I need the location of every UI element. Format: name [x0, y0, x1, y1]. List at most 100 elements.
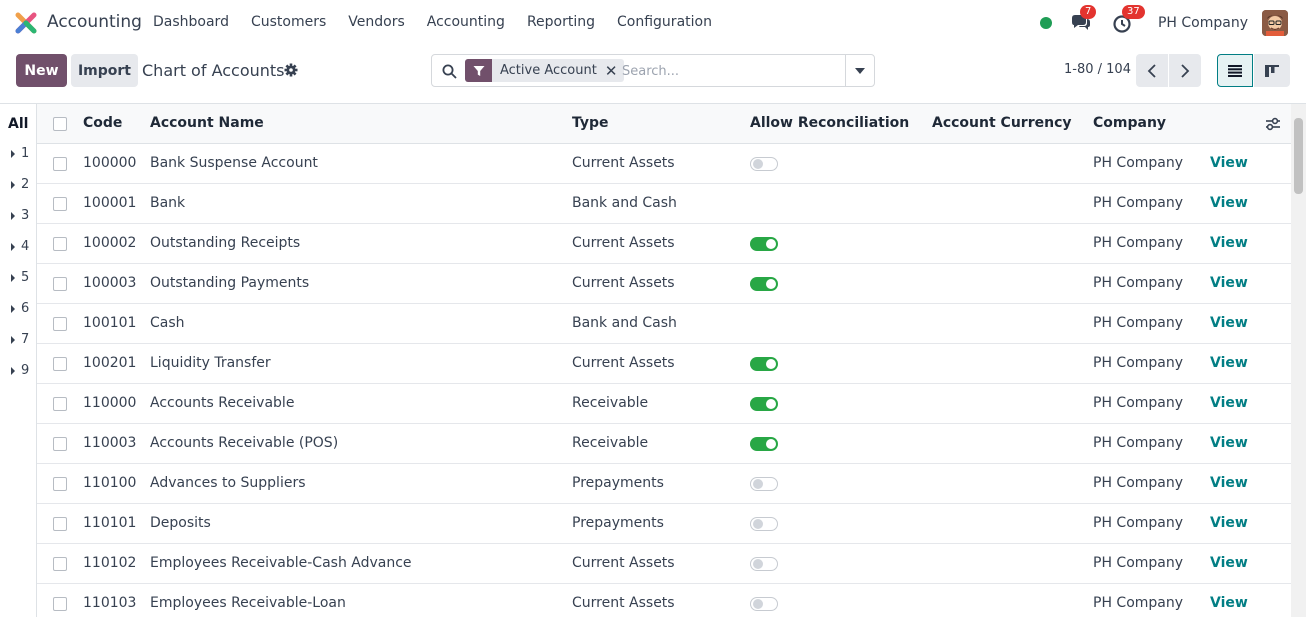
row-checkbox[interactable]	[53, 157, 67, 171]
row-checkbox[interactable]	[53, 597, 67, 611]
kanban-view-button[interactable]	[1254, 54, 1290, 87]
menu-accounting[interactable]: Accounting	[427, 14, 505, 30]
new-button[interactable]: New	[16, 54, 67, 87]
row-checkbox[interactable]	[53, 557, 67, 571]
table-row[interactable]: 110000 Accounts Receivable Receivable PH Co…	[37, 384, 1291, 424]
search-options-toggle[interactable]	[845, 55, 874, 86]
header-allow-reconciliation[interactable]: Allow Reconciliation	[750, 115, 909, 131]
list-view-button[interactable]	[1217, 54, 1253, 87]
gear-icon[interactable]	[284, 63, 298, 77]
search-input[interactable]	[622, 60, 842, 82]
side-index-group[interactable]: 6	[11, 301, 29, 316]
row-checkbox[interactable]	[53, 237, 67, 251]
table-row[interactable]: 100101 Cash Bank and Cash PH Company View	[37, 304, 1291, 344]
import-button[interactable]: Import	[71, 54, 138, 87]
table-row[interactable]: 100201 Liquidity Transfer Current Assets PH…	[37, 344, 1291, 384]
row-checkbox[interactable]	[53, 197, 67, 211]
table-row[interactable]: 110103 Employees Receivable-Loan Current A…	[37, 584, 1291, 617]
search-facet: Active Account ✕	[465, 59, 625, 82]
side-index-group[interactable]: 9	[11, 363, 29, 378]
table-row[interactable]: 110003 Accounts Receivable (POS) Receivabl…	[37, 424, 1291, 464]
caret-right-icon	[11, 273, 15, 282]
side-index-group[interactable]: 1	[11, 146, 29, 161]
header-account-name[interactable]: Account Name	[150, 115, 264, 131]
view-button[interactable]: View	[1210, 155, 1248, 171]
pager-previous-button[interactable]	[1136, 54, 1168, 87]
view-button[interactable]: View	[1210, 435, 1248, 451]
caret-right-icon	[11, 211, 15, 220]
reconcile-toggle[interactable]	[750, 157, 778, 171]
activities-button[interactable]: 37	[1112, 5, 1145, 34]
view-button[interactable]: View	[1210, 315, 1248, 331]
accounting-app-icon[interactable]	[15, 12, 37, 34]
reconcile-toggle[interactable]	[750, 517, 778, 531]
table-row[interactable]: 100003 Outstanding Payments Current Assets…	[37, 264, 1291, 304]
view-button[interactable]: View	[1210, 595, 1248, 611]
view-button[interactable]: View	[1210, 475, 1248, 491]
facet-label: Active Account	[500, 63, 597, 78]
table-row[interactable]: 100000 Bank Suspense Account Current Asset…	[37, 144, 1291, 184]
view-button[interactable]: View	[1210, 555, 1248, 571]
company-switcher[interactable]: PH Company	[1158, 15, 1248, 31]
table-row[interactable]: 100001 Bank Bank and Cash PH Company View	[37, 184, 1291, 224]
side-index-group[interactable]: 4	[11, 239, 29, 254]
header-code[interactable]: Code	[83, 115, 122, 131]
table-row[interactable]: 110102 Employees Receivable-Cash Advance C…	[37, 544, 1291, 584]
row-checkbox[interactable]	[53, 517, 67, 531]
side-index-group[interactable]: 7	[11, 332, 29, 347]
row-checkbox[interactable]	[53, 397, 67, 411]
cell-code: 110000	[83, 395, 137, 411]
select-all-checkbox[interactable]	[53, 117, 67, 131]
reconcile-toggle[interactable]	[750, 357, 778, 371]
reconcile-toggle[interactable]	[750, 557, 778, 571]
search-icon[interactable]	[442, 64, 457, 79]
menu-customers[interactable]: Customers	[251, 14, 326, 30]
row-checkbox[interactable]	[53, 277, 67, 291]
reconcile-toggle[interactable]	[750, 237, 778, 251]
row-checkbox[interactable]	[53, 437, 67, 451]
cell-code: 110103	[83, 595, 137, 611]
cell-type: Current Assets	[572, 235, 675, 251]
view-button[interactable]: View	[1210, 395, 1248, 411]
view-button[interactable]: View	[1210, 195, 1248, 211]
reconcile-toggle[interactable]	[750, 437, 778, 451]
row-checkbox[interactable]	[53, 357, 67, 371]
view-button[interactable]: View	[1210, 355, 1248, 371]
header-account-currency[interactable]: Account Currency	[932, 115, 1072, 131]
menu-configuration[interactable]: Configuration	[617, 14, 712, 30]
pager-value[interactable]: 1-80 / 104	[1064, 62, 1131, 77]
header-type[interactable]: Type	[572, 115, 609, 131]
side-index-all[interactable]: All	[8, 116, 28, 132]
side-index-group[interactable]: 2	[11, 177, 29, 192]
user-avatar[interactable]	[1262, 10, 1288, 36]
reconcile-toggle[interactable]	[750, 477, 778, 491]
side-index-group[interactable]: 5	[11, 270, 29, 285]
table-row[interactable]: 110100 Advances to Suppliers Prepayments PH…	[37, 464, 1291, 504]
menu-reporting[interactable]: Reporting	[527, 14, 595, 30]
toggle-knob	[766, 439, 776, 449]
menu-vendors[interactable]: Vendors	[348, 14, 404, 30]
reconcile-toggle[interactable]	[750, 397, 778, 411]
app-name[interactable]: Accounting	[47, 12, 142, 32]
row-checkbox[interactable]	[53, 317, 67, 331]
table-row[interactable]: 110101 Deposits Prepayments PH Company View	[37, 504, 1291, 544]
vertical-scrollbar[interactable]	[1291, 104, 1306, 617]
reconcile-toggle[interactable]	[750, 277, 778, 291]
menu-dashboard[interactable]: Dashboard	[153, 14, 229, 30]
optional-columns-icon[interactable]	[1265, 116, 1281, 132]
view-button[interactable]: View	[1210, 275, 1248, 291]
caret-right-icon	[11, 180, 15, 189]
header-company[interactable]: Company	[1093, 115, 1166, 131]
view-button[interactable]: View	[1210, 235, 1248, 251]
row-checkbox[interactable]	[53, 477, 67, 491]
cell-company: PH Company	[1093, 355, 1184, 371]
scrollbar-thumb[interactable]	[1294, 118, 1303, 194]
side-index-group[interactable]: 3	[11, 208, 29, 223]
cell-company: PH Company	[1093, 515, 1184, 531]
view-button[interactable]: View	[1210, 515, 1248, 531]
reconcile-toggle[interactable]	[750, 597, 778, 611]
cell-company: PH Company	[1093, 315, 1184, 331]
messages-button[interactable]: 7	[1070, 5, 1097, 34]
pager-next-button[interactable]	[1169, 54, 1201, 87]
table-row[interactable]: 100002 Outstanding Receipts Current Assets…	[37, 224, 1291, 264]
